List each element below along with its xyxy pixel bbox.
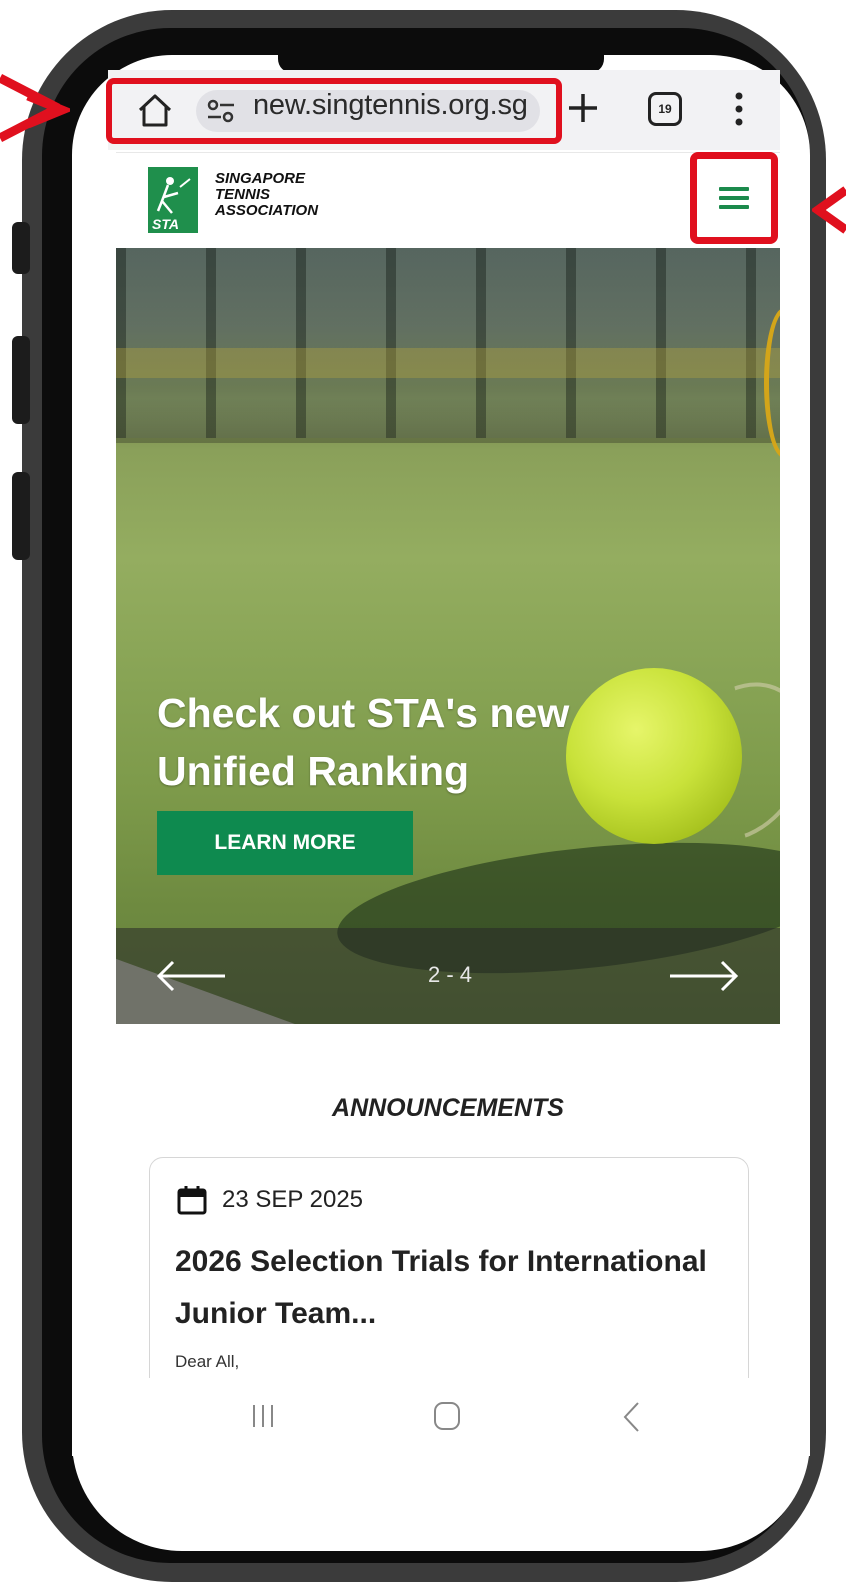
announcements-heading: ANNOUNCEMENTS (332, 1094, 564, 1122)
learn-more-button[interactable]: LEARN MORE (157, 811, 413, 875)
announcement-date: 23 SEP 2025 (222, 1186, 364, 1213)
slide-counter: 2 - 4 (427, 962, 473, 987)
logo-text[interactable]: SINGAPORE TENNIS ASSOCIATION (215, 171, 318, 219)
hamburger-menu-icon (719, 182, 749, 214)
annotation-highlight-url (106, 78, 562, 144)
phone-side-button (12, 472, 30, 560)
logo-line: ASSOCIATION (215, 202, 319, 219)
annotation-arrow-left (0, 74, 70, 142)
nav-recents-icon[interactable] (250, 1403, 276, 1429)
nav-back-icon[interactable] (622, 1401, 640, 1433)
tab-switcher-icon[interactable]: 19 (648, 92, 682, 126)
new-tab-icon[interactable] (566, 91, 600, 125)
calendar-icon (177, 1186, 207, 1215)
announcement-title[interactable]: 2026 Selection Trials for International … (175, 1236, 735, 1340)
logo-line: TENNIS (215, 186, 271, 203)
hero-title: Check out STA's new Unified Ranking (157, 690, 570, 794)
logo-line: SINGAPORE (215, 170, 306, 187)
tab-count: 19 (658, 102, 672, 116)
hero-background-band (116, 348, 780, 378)
announcement-body: Dear All, (175, 1352, 240, 1371)
phone-side-button (12, 222, 30, 274)
arrow-left-icon[interactable] (155, 958, 227, 994)
sta-logo-icon[interactable]: STA (148, 167, 198, 233)
hero-background-shade (116, 398, 780, 443)
nav-home-icon[interactable] (434, 1402, 460, 1430)
annotation-arrow-right (812, 186, 846, 234)
logo-mark-text: STA (152, 216, 179, 232)
more-menu-icon[interactable] (735, 92, 743, 126)
arrow-right-icon[interactable] (668, 958, 740, 994)
hamburger-menu-button[interactable] (690, 152, 778, 244)
phone-side-button (12, 336, 30, 424)
hero-carousel (116, 248, 780, 1024)
